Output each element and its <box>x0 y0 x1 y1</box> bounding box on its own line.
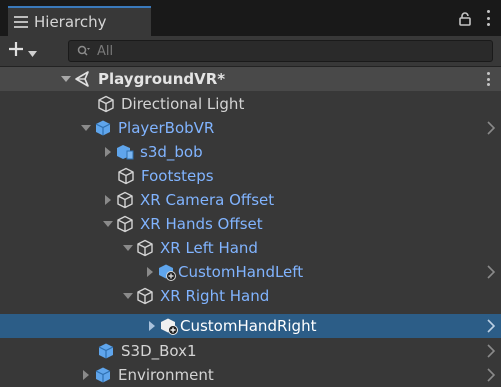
foldout-expanded-icon[interactable] <box>122 290 134 302</box>
tree-item-footsteps[interactable]: Footsteps <box>0 164 501 188</box>
tree-item-xr-camera-offset[interactable]: XR Camera Offset <box>0 188 501 212</box>
prefab-icon <box>94 119 112 137</box>
foldout-collapsed-icon[interactable] <box>102 146 114 158</box>
tree-item-label: XR Left Hand <box>160 239 258 257</box>
chevron-right-icon[interactable] <box>487 121 496 135</box>
tree-item-xr-right-hand[interactable]: XR Right Hand <box>0 284 501 308</box>
tree-item-label: s3d_bob <box>140 143 203 161</box>
tree-item-playerbobvr[interactable]: PlayerBobVR <box>0 116 501 140</box>
foldout-expanded-icon[interactable] <box>80 122 92 134</box>
tree-item-label: Footsteps <box>141 167 214 185</box>
scene-name: PlaygroundVR* <box>98 70 226 88</box>
lock-icon[interactable] <box>459 11 471 26</box>
tab-bar: Hierarchy <box>0 0 501 36</box>
chevron-right-icon[interactable] <box>487 344 496 358</box>
tree-item-label: CustomHandLeft <box>178 263 304 281</box>
tab-title: Hierarchy <box>34 13 107 31</box>
toolbar <box>0 36 501 67</box>
hamburger-menu-icon <box>14 16 28 28</box>
prefab-icon <box>97 342 115 360</box>
gameobject-icon <box>97 95 115 113</box>
tree-item-label: Directional Light <box>121 95 245 113</box>
hierarchy-tree: PlaygroundVR* Directional Light PlayerBo… <box>0 67 501 387</box>
plus-icon <box>8 41 24 61</box>
model-prefab-icon <box>116 143 134 161</box>
gameobject-icon <box>136 239 154 257</box>
dropdown-arrow-icon <box>28 42 37 61</box>
prefab-added-icon <box>160 317 178 335</box>
prefab-icon <box>94 366 112 384</box>
tab-hierarchy[interactable]: Hierarchy <box>8 6 151 36</box>
gameobject-icon <box>116 215 134 233</box>
chevron-right-icon[interactable] <box>487 265 496 279</box>
tree-item-label: XR Hands Offset <box>140 215 263 233</box>
prefab-added-icon <box>158 263 176 281</box>
tree-item-label: XR Camera Offset <box>140 191 275 209</box>
tree-item-customhandleft[interactable]: CustomHandLeft <box>0 260 501 284</box>
search-input[interactable] <box>97 43 487 59</box>
foldout-expanded-icon[interactable] <box>60 73 72 85</box>
tree-item-s3d-box1[interactable]: S3D_Box1 <box>0 339 501 363</box>
search-icon <box>77 42 91 61</box>
tree-item-label: PlayerBobVR <box>118 119 215 137</box>
gameobject-icon <box>136 287 154 305</box>
tree-item-xr-hands-offset[interactable]: XR Hands Offset <box>0 212 501 236</box>
tree-item-label: S3D_Box1 <box>121 342 197 360</box>
tab-actions <box>459 10 491 26</box>
tree-item-xr-left-hand[interactable]: XR Left Hand <box>0 236 501 260</box>
foldout-collapsed-icon[interactable] <box>102 194 114 206</box>
unity-scene-icon <box>74 70 92 88</box>
tree-item-label: Environment <box>118 366 214 384</box>
tree-item-label: CustomHandRight <box>180 317 317 335</box>
tree-item-directional-light[interactable]: Directional Light <box>0 92 501 116</box>
scene-row[interactable]: PlaygroundVR* <box>0 67 501 91</box>
tree-item-customhandright[interactable]: CustomHandRight <box>0 314 501 338</box>
foldout-collapsed-icon[interactable] <box>80 369 92 381</box>
search-field[interactable] <box>68 40 493 62</box>
foldout-expanded-icon[interactable] <box>122 242 134 254</box>
chevron-right-icon[interactable] <box>487 368 496 382</box>
add-button[interactable] <box>8 40 54 62</box>
gameobject-icon <box>117 167 135 185</box>
foldout-collapsed-icon[interactable] <box>144 266 156 278</box>
gameobject-icon <box>116 191 134 209</box>
kebab-menu-icon[interactable] <box>487 10 491 26</box>
tree-item-environment[interactable]: Environment <box>0 363 501 387</box>
foldout-collapsed-icon[interactable] <box>146 320 158 332</box>
tree-item-label: XR Right Hand <box>160 287 270 305</box>
chevron-right-icon[interactable] <box>487 319 496 333</box>
tree-item-s3d-bob[interactable]: s3d_bob <box>0 140 501 164</box>
scene-menu-icon[interactable] <box>487 72 491 86</box>
foldout-expanded-icon[interactable] <box>102 218 114 230</box>
